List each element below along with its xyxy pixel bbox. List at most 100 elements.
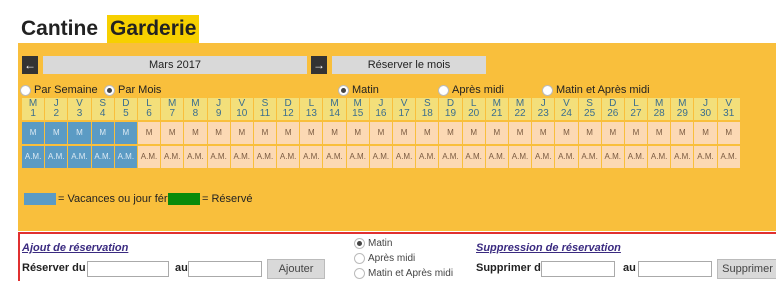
reserve-month-button[interactable]: Réserver le mois [332,56,486,74]
day-number: 4 [99,108,106,119]
morning-slot[interactable]: M [578,122,601,144]
morning-slot[interactable]: M [137,122,161,144]
am-slot[interactable]: A.M. [532,146,555,168]
am-slot[interactable]: A.M. [346,146,369,168]
am-slot[interactable]: A.M. [184,146,207,168]
morning-row: MMMMMMMMMMMMMMMMMMMMMMMMMMMMMMM [22,122,741,144]
delete-to-input[interactable] [638,261,712,277]
morning-slot[interactable]: M [369,122,392,144]
am-slot[interactable]: A.M. [671,146,694,168]
morning-slot[interactable]: M [230,122,253,144]
radio-icon[interactable] [354,238,365,249]
radio-icon[interactable] [104,84,115,96]
morning-slot[interactable]: M [624,122,648,144]
am-slot[interactable]: A.M. [369,146,392,168]
period-afternoon[interactable]: Après midi [438,83,504,97]
morning-slot[interactable]: M [323,122,346,144]
morning-slot[interactable]: M [68,122,91,144]
form-period-both[interactable]: Matin et Après midi [354,268,453,279]
form-period-afternoon[interactable]: Après midi [354,253,415,264]
prev-month-icon[interactable]: ← [22,56,38,74]
morning-slot[interactable]: M [45,122,68,144]
morning-slot[interactable]: M [717,122,740,144]
morning-slot[interactable]: M [161,122,184,144]
am-slot[interactable]: A.M. [161,146,184,168]
am-slot[interactable]: A.M. [508,146,532,168]
radio-icon[interactable] [354,253,365,264]
am-slot[interactable]: A.M. [137,146,161,168]
view-per-month[interactable]: Par Mois [104,83,161,97]
reserved-swatch [168,193,200,205]
morning-slot[interactable]: M [439,122,462,144]
tab-garderie[interactable]: Garderie [107,15,200,43]
am-slot[interactable]: A.M. [68,146,91,168]
radio-icon[interactable] [542,84,553,96]
day-header: M 28 [648,98,671,120]
day-number: 21 [491,108,503,119]
am-slot[interactable]: A.M. [114,146,137,168]
am-slot[interactable]: A.M. [22,146,45,168]
am-slot[interactable]: A.M. [462,146,485,168]
am-slot[interactable]: A.M. [277,146,300,168]
day-number: 29 [676,108,688,119]
am-slot[interactable]: A.M. [300,146,323,168]
morning-slot[interactable]: M [346,122,369,144]
am-slot[interactable]: A.M. [253,146,277,168]
morning-slot[interactable]: M [532,122,555,144]
day-header: S 25 [578,98,601,120]
morning-slot[interactable]: M [253,122,277,144]
day-number: 5 [123,108,129,119]
view-per-week[interactable]: Par Semaine [20,83,98,97]
morning-slot[interactable]: M [184,122,207,144]
morning-slot[interactable]: M [91,122,114,144]
next-month-icon[interactable]: → [311,56,327,74]
am-slot[interactable]: A.M. [45,146,68,168]
am-slot[interactable]: A.M. [91,146,114,168]
tab-cantine[interactable]: Cantine [18,15,101,43]
add-button[interactable]: Ajouter [267,259,325,279]
day-number: 1 [30,108,36,119]
am-slot[interactable]: A.M. [439,146,462,168]
reserve-from-input[interactable] [87,261,169,277]
am-slot[interactable]: A.M. [416,146,439,168]
morning-slot[interactable]: M [508,122,532,144]
day-number: 19 [444,108,457,119]
morning-slot[interactable]: M [416,122,439,144]
delete-reservation-title: Suppression de réservation [476,242,621,254]
period-both[interactable]: Matin et Après midi [542,83,650,97]
delete-button[interactable]: Supprimer [717,259,776,279]
am-slot[interactable]: A.M. [601,146,624,168]
radio-icon[interactable] [20,84,31,96]
period-morning[interactable]: Matin [338,83,379,97]
am-slot[interactable]: A.M. [624,146,648,168]
morning-slot[interactable]: M [114,122,137,144]
am-slot[interactable]: A.M. [648,146,671,168]
radio-icon[interactable] [354,268,365,279]
morning-slot[interactable]: M [22,122,45,144]
am-slot[interactable]: A.M. [393,146,416,168]
morning-slot[interactable]: M [485,122,508,144]
morning-slot[interactable]: M [694,122,717,144]
morning-slot[interactable]: M [300,122,323,144]
am-slot[interactable]: A.M. [485,146,508,168]
morning-slot[interactable]: M [462,122,485,144]
morning-slot[interactable]: M [277,122,300,144]
am-slot[interactable]: A.M. [578,146,601,168]
am-slot[interactable]: A.M. [717,146,740,168]
reserve-to-input[interactable] [188,261,262,277]
morning-slot[interactable]: M [555,122,578,144]
am-slot[interactable]: A.M. [323,146,346,168]
radio-icon[interactable] [438,84,449,96]
am-slot[interactable]: A.M. [555,146,578,168]
am-slot[interactable]: A.M. [694,146,717,168]
morning-slot[interactable]: M [393,122,416,144]
morning-slot[interactable]: M [601,122,624,144]
am-slot[interactable]: A.M. [207,146,230,168]
delete-from-input[interactable] [541,261,615,277]
radio-icon[interactable] [338,84,349,96]
morning-slot[interactable]: M [207,122,230,144]
morning-slot[interactable]: M [671,122,694,144]
form-period-morning[interactable]: Matin [354,238,392,249]
am-slot[interactable]: A.M. [230,146,253,168]
morning-slot[interactable]: M [648,122,671,144]
